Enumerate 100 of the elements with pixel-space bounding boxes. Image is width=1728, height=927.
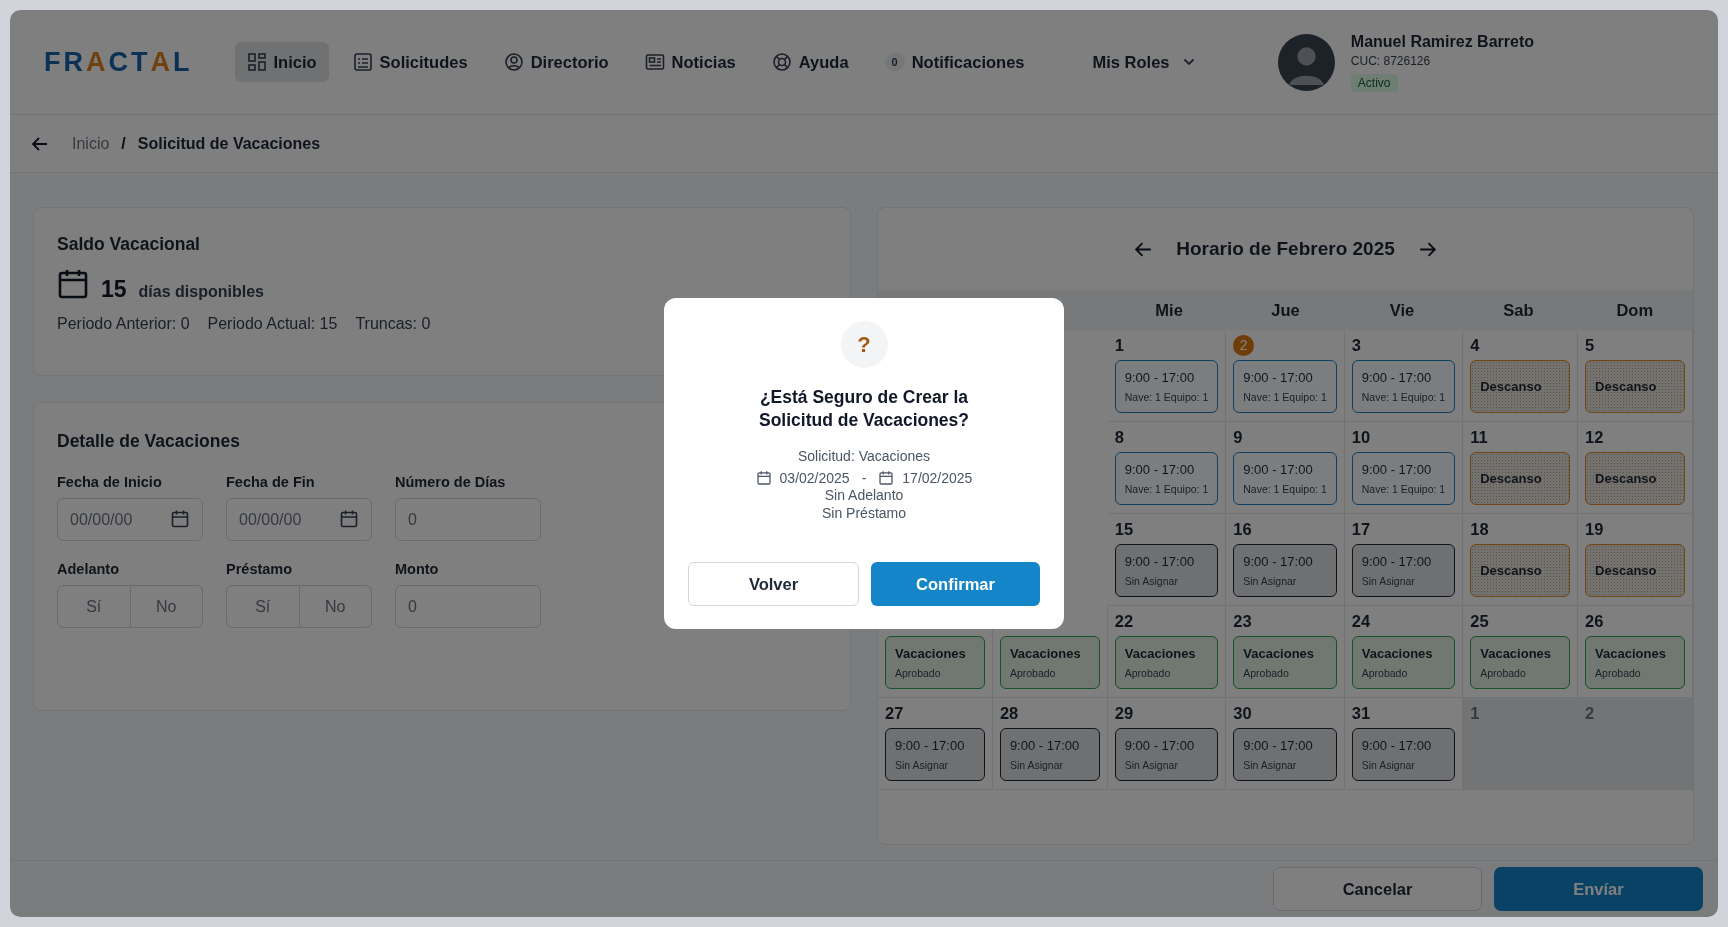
shift-card[interactable]: Vacaciones Aprobado	[1585, 636, 1685, 689]
days-count: 15	[101, 278, 127, 301]
calendar-day[interactable]: 27 9:00 - 17:00 Sin Asignar	[878, 698, 993, 790]
calendar-day[interactable]: 8 9:00 - 17:00 Nave: 1 Equipo: 1	[1107, 422, 1227, 514]
dialog-note: Sin Adelanto	[824, 485, 904, 504]
user-code: CUC: 8726126	[1350, 53, 1432, 68]
shift-card[interactable]: 9:00 - 17:00 Nave: 1 Equipo: 1	[1233, 452, 1337, 505]
confirm-button[interactable]: Confirmar	[871, 562, 1040, 606]
shift-card[interactable]: 9:00 - 17:00 Nave: 1 Equipo: 1	[1233, 360, 1337, 413]
calendar-day[interactable]: 2 9:00 - 17:00 Nave: 1 Equipo: 1	[1226, 330, 1345, 422]
shift-card[interactable]: Vacaciones Aprobado	[1470, 636, 1571, 689]
field-label: Número de Días	[395, 474, 507, 490]
grid-icon	[246, 52, 267, 72]
weekday-label: Mie	[1155, 300, 1183, 320]
shift-card[interactable]: 9:00 - 17:00 Nave: 1 Equipo: 1	[1351, 452, 1456, 505]
nav-item[interactable]: Solicitudes	[340, 42, 480, 82]
send-button[interactable]: Envíar	[1494, 867, 1703, 911]
toggle-option[interactable]: Sí	[57, 585, 131, 628]
shift-card[interactable]: 9:00 - 17:00 Nave: 1 Equipo: 1	[1351, 360, 1456, 413]
calendar-day[interactable]: 19 Descanso	[1578, 514, 1693, 606]
shift-card[interactable]: Vacaciones Aprobado	[885, 636, 985, 689]
calendar-day[interactable]: 26 Vacaciones Aprobado	[1578, 606, 1693, 698]
shift-card[interactable]: Descanso	[1470, 544, 1571, 597]
calendar-day[interactable]: 17 9:00 - 17:00 Sin Asignar	[1344, 514, 1464, 606]
list-icon	[352, 52, 373, 72]
calendar-day[interactable]: 1	[1463, 698, 1579, 790]
toggle-option[interactable]: No	[299, 585, 372, 628]
dialog-note: Sin Préstamo	[821, 503, 906, 522]
request-type: Solicitud: Vacaciones	[797, 447, 930, 464]
nav-item[interactable]: Directorio	[491, 42, 621, 82]
shift-card[interactable]: 9:00 - 17:00 Nave: 1 Equipo: 1	[1114, 360, 1219, 413]
calendar-day[interactable]: 30 9:00 - 17:00 Sin Asignar	[1226, 698, 1345, 790]
calendar-day[interactable]: 5 Descanso	[1578, 330, 1693, 422]
calendar-day[interactable]: 29 9:00 - 17:00 Sin Asignar	[1107, 698, 1227, 790]
day-number: 15	[1114, 519, 1134, 539]
nav-item[interactable]: 0 Notificaciones	[872, 42, 1037, 82]
calendar-day[interactable]: 9 9:00 - 17:00 Nave: 1 Equipo: 1	[1226, 422, 1345, 514]
calendar-day[interactable]: 25 Vacaciones Aprobado	[1463, 606, 1579, 698]
shift-card[interactable]: 9:00 - 17:00 Nave: 1 Equipo: 1	[1114, 452, 1219, 505]
calendar-day[interactable]: 16 9:00 - 17:00 Sin Asignar	[1226, 514, 1345, 606]
shift-card[interactable]: 9:00 - 17:00 Sin Asignar	[1351, 728, 1456, 781]
shift-card[interactable]: Vacaciones Aprobado	[999, 636, 1100, 689]
calendar-day[interactable]: 22 Vacaciones Aprobado	[1107, 606, 1227, 698]
input-field[interactable]: 0	[395, 585, 541, 628]
card-title: Saldo Vacacional	[57, 234, 201, 255]
day-number: 23	[1233, 611, 1252, 631]
calendar-day[interactable]: 23 Vacaciones Aprobado	[1226, 606, 1345, 698]
shift-card[interactable]: Descanso	[1470, 452, 1571, 505]
shift-card[interactable]: Descanso	[1585, 452, 1685, 505]
input-field[interactable]: 0	[395, 498, 541, 541]
toggle-option[interactable]: No	[130, 585, 203, 628]
calendar-day[interactable]: 4 Descanso	[1463, 330, 1579, 422]
cancel-button[interactable]: Cancelar	[1273, 867, 1482, 911]
user-name: Manuel Ramirez Barreto	[1350, 32, 1534, 51]
calendar-icon[interactable]	[339, 509, 359, 529]
question-icon: ?	[840, 321, 888, 368]
calendar-day[interactable]: 31 9:00 - 17:00 Sin Asignar	[1344, 698, 1464, 790]
calendar-day[interactable]: 3 9:00 - 17:00 Nave: 1 Equipo: 1	[1344, 330, 1464, 422]
weekday-label: Dom	[1616, 300, 1654, 320]
calendar-day[interactable]: 28 9:00 - 17:00 Sin Asignar	[992, 698, 1108, 790]
calendar-day[interactable]: 24 Vacaciones Aprobado	[1344, 606, 1464, 698]
shift-card[interactable]: 9:00 - 17:00 Sin Asignar	[1114, 544, 1219, 597]
shift-card[interactable]: 9:00 - 17:00 Sin Asignar	[1351, 544, 1456, 597]
shift-card[interactable]: Vacaciones Aprobado	[1351, 636, 1456, 689]
roles-dropdown[interactable]: Mis Roles	[1080, 42, 1207, 82]
status-badge: Activo	[1350, 73, 1398, 92]
field-label: Fecha de Fin	[226, 474, 316, 490]
shift-card[interactable]: Vacaciones Aprobado	[1233, 636, 1337, 689]
shift-card[interactable]: 9:00 - 17:00 Sin Asignar	[999, 728, 1100, 781]
calendar-day[interactable]: 12 Descanso	[1578, 422, 1693, 514]
nav-item[interactable]: Noticias	[632, 42, 748, 82]
calendar-icon	[755, 469, 772, 486]
calendar-day[interactable]: 15 9:00 - 17:00 Sin Asignar	[1107, 514, 1227, 606]
date-field[interactable]: 00/00/00	[226, 498, 372, 541]
nav-item[interactable]: Ayuda	[759, 42, 861, 82]
calendar-day[interactable]: 1 9:00 - 17:00 Nave: 1 Equipo: 1	[1107, 330, 1227, 422]
shift-card[interactable]: Vacaciones Aprobado	[1114, 636, 1219, 689]
news-icon	[644, 52, 665, 72]
shift-card[interactable]: Descanso	[1585, 360, 1685, 413]
calendar-day[interactable]: 11 Descanso	[1463, 422, 1579, 514]
shift-card[interactable]: 9:00 - 17:00 Sin Asignar	[1114, 728, 1219, 781]
calendar-icon[interactable]	[170, 509, 190, 529]
toggle-option[interactable]: Sí	[226, 585, 300, 628]
shift-card[interactable]: 9:00 - 17:00 Sin Asignar	[885, 728, 985, 781]
nav-item[interactable]: Inicio	[234, 42, 329, 82]
breadcrumb-separator: /	[121, 134, 126, 153]
breadcrumb-link[interactable]: Inicio	[72, 134, 110, 153]
shift-card[interactable]: 9:00 - 17:00 Sin Asignar	[1233, 728, 1337, 781]
back-button[interactable]: Volver	[688, 562, 859, 606]
shift-card[interactable]: Descanso	[1585, 544, 1685, 597]
balance-stat: Truncas: 0	[355, 315, 431, 333]
calendar-day[interactable]: 18 Descanso	[1463, 514, 1579, 606]
day-number: 26	[1585, 611, 1604, 631]
day-number: 25	[1470, 611, 1489, 631]
shift-card[interactable]: 9:00 - 17:00 Sin Asignar	[1233, 544, 1337, 597]
date-field[interactable]: 00/00/00	[57, 498, 203, 541]
calendar-day[interactable]: 2	[1578, 698, 1693, 790]
shift-card[interactable]: Descanso	[1470, 360, 1571, 413]
calendar-icon	[57, 267, 89, 301]
calendar-day[interactable]: 10 9:00 - 17:00 Nave: 1 Equipo: 1	[1344, 422, 1464, 514]
